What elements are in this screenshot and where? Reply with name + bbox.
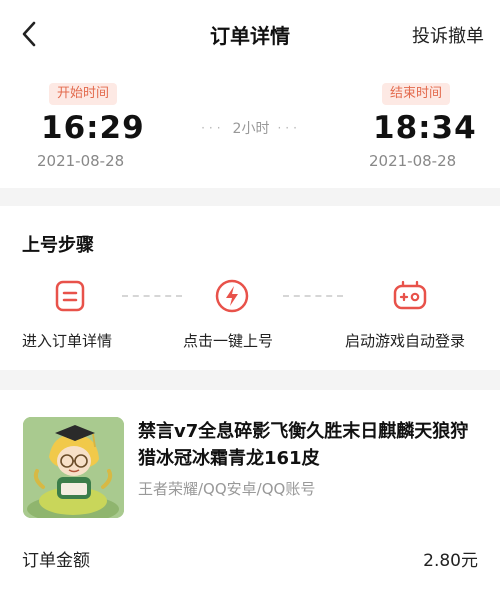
- step-label-2: 点击一键上号: [183, 332, 274, 350]
- start-time: 16:29: [41, 110, 145, 146]
- order-amount-label: 订单金额: [22, 551, 90, 571]
- anime-character-avatar[interactable]: [23, 417, 124, 518]
- end-date: 2021-08-28: [369, 152, 457, 170]
- rental-time-card: 开始时间 16:29 2021-08-28 ··· 2小时 ··· 结束时间 1…: [0, 70, 500, 188]
- end-time-badge: 结束时间: [382, 83, 451, 105]
- step-connector-2: [283, 295, 343, 297]
- nav-bar: 订单详情 投诉撤单: [0, 0, 500, 70]
- login-steps-card: 上号步骤 进入订单详情 点击一键上号 启动游戏自动登录: [0, 206, 500, 370]
- product-subtitle: 王者荣耀/QQ安卓/QQ账号: [138, 480, 316, 498]
- dots-right: ···: [277, 121, 301, 135]
- duration-indicator: ··· 2小时 ···: [186, 118, 316, 138]
- step-label-3: 启动游戏自动登录: [345, 332, 466, 350]
- start-date: 2021-08-28: [37, 152, 125, 170]
- lightning-icon[interactable]: [212, 276, 252, 316]
- order-detail-icon[interactable]: [50, 276, 90, 316]
- product-title: 禁言v7全息碎影飞衡久胜末日麒麟天狼狩猎冰冠冰霜青龙161皮: [138, 421, 469, 469]
- complaint-cancel-button[interactable]: 投诉撤单: [412, 22, 484, 48]
- chevron-left-icon: [22, 21, 36, 47]
- gamepad-icon[interactable]: [390, 276, 430, 316]
- step-label-1: 进入订单详情: [22, 332, 113, 350]
- start-time-badge: 开始时间: [49, 83, 118, 105]
- order-amount-value: 2.80元: [423, 551, 478, 571]
- back-button[interactable]: [12, 14, 46, 54]
- step-connector-1: [122, 295, 182, 297]
- duration-text: 2小时: [232, 121, 270, 137]
- end-time: 18:34: [373, 110, 477, 146]
- product-card: 禁言v7全息碎影飞衡久胜末日麒麟天狼狩猎冰冠冰霜青龙161皮 王者荣耀/QQ安卓…: [0, 390, 500, 598]
- dots-left: ···: [201, 121, 225, 135]
- steps-title: 上号步骤: [22, 235, 94, 256]
